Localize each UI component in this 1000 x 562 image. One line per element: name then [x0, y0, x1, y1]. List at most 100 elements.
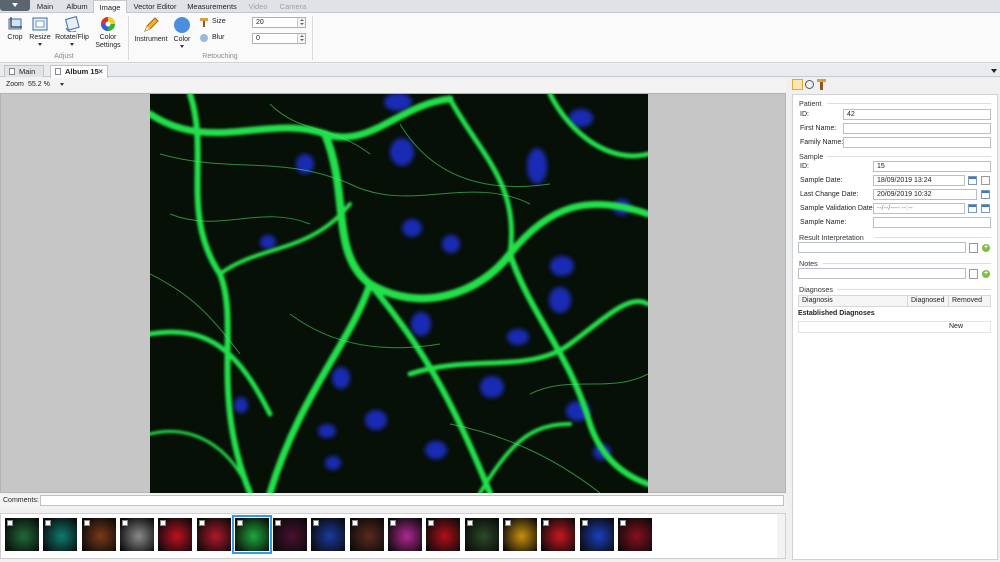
add-icon[interactable]: +: [982, 270, 990, 278]
new-diagnosis-label[interactable]: New: [949, 323, 963, 330]
crop-icon: [8, 17, 22, 30]
thumbnail-checkbox[interactable]: [45, 520, 52, 526]
chevron-down-icon[interactable]: [991, 69, 997, 73]
calendar-icon[interactable]: [981, 190, 990, 199]
thumbnail[interactable]: [617, 518, 652, 551]
family-name-field[interactable]: [843, 137, 991, 148]
thumbnail-checkbox[interactable]: [504, 520, 511, 526]
thumbnail-scrollbar[interactable]: [777, 514, 785, 558]
stepper-arrows-icon[interactable]: [297, 34, 305, 43]
calendar-icon[interactable]: [968, 176, 977, 185]
thumbnail[interactable]: [349, 518, 384, 551]
thumbnail-checkbox[interactable]: [275, 520, 282, 526]
document-icon[interactable]: [969, 243, 978, 253]
thumbnail[interactable]: [158, 518, 193, 551]
notes-field[interactable]: [798, 268, 966, 279]
tab-camera: Camera: [279, 2, 307, 11]
zoom-bar: Zoom 55.2 %: [0, 78, 786, 92]
thumbnail-checkbox[interactable]: [390, 520, 396, 526]
resize-button[interactable]: Resize: [28, 16, 52, 46]
thumbnail-checkbox[interactable]: [236, 520, 243, 526]
calendar-icon[interactable]: [968, 204, 977, 213]
thumbnail-checkbox[interactable]: [543, 520, 550, 526]
zoom-select[interactable]: 55.2 %: [28, 78, 50, 92]
thumbnail[interactable]: [81, 518, 116, 551]
microscopy-image[interactable]: [150, 94, 648, 493]
first-name-field[interactable]: [843, 123, 991, 134]
thumbnail-checkbox[interactable]: [7, 520, 13, 526]
tab-vector-editor[interactable]: Vector Editor: [129, 0, 181, 13]
panel-toolbar: [790, 78, 1000, 92]
sample-id-field[interactable]: 15: [873, 161, 991, 172]
tab-measurements[interactable]: Measurements: [183, 0, 241, 13]
color-settings-label: Color: [99, 34, 117, 41]
thumbnail-checkbox[interactable]: [581, 520, 588, 526]
thumbnail[interactable]: [273, 518, 308, 551]
diagnosis-column-header[interactable]: Diagnosis: [798, 295, 908, 307]
doc-tab-album-15[interactable]: Album 15 ×: [50, 65, 108, 78]
menu-bar: Main Album Image Vector Editor Measureme…: [0, 0, 1000, 14]
size-stepper[interactable]: 20: [252, 17, 306, 28]
clock-icon[interactable]: [981, 176, 990, 185]
rotate-flip-button[interactable]: Rotate/Flip: [54, 16, 90, 46]
resize-icon: [32, 17, 48, 31]
sample-date-field[interactable]: 18/09/2019 13:24: [873, 175, 965, 186]
thumbnail-checkbox[interactable]: [428, 520, 435, 526]
properties-icon[interactable]: [792, 79, 803, 90]
thumbnail[interactable]: [541, 518, 576, 551]
size-label: Size: [212, 18, 226, 25]
validation-date-field[interactable]: --/--/---- --:--: [873, 203, 965, 214]
thumbnail[interactable]: [43, 518, 78, 551]
color-settings-label-2: Settings: [95, 42, 121, 49]
thumbnail-checkbox[interactable]: [83, 520, 90, 526]
thumbnail-checkbox[interactable]: [351, 520, 358, 526]
thumbnail-checkbox[interactable]: [466, 520, 473, 526]
thumbnail[interactable]: [464, 518, 499, 551]
thumbnail-checkbox[interactable]: [121, 520, 128, 526]
tab-image[interactable]: Image: [93, 0, 127, 14]
add-icon[interactable]: +: [982, 244, 990, 252]
stepper-arrows-icon[interactable]: [297, 18, 305, 27]
thumbnail-checkbox[interactable]: [313, 520, 320, 526]
crop-button[interactable]: Crop: [3, 16, 27, 42]
thumbnail-checkbox[interactable]: [198, 520, 205, 526]
thumbnail[interactable]: [5, 518, 39, 551]
patient-id-field[interactable]: 42: [843, 109, 991, 120]
color-label: Color: [173, 36, 191, 43]
removed-column-header[interactable]: Removed: [948, 295, 991, 307]
application-menu-button[interactable]: [0, 0, 30, 11]
thumbnail[interactable]: [388, 518, 422, 551]
panel-body: Patient ID: 42 First Name: Family Name: …: [792, 94, 998, 560]
thumbnail[interactable]: [426, 518, 461, 551]
doc-tab-main[interactable]: Main: [4, 65, 44, 77]
thumbnail-checkbox[interactable]: [619, 520, 626, 526]
no-entry-icon[interactable]: [805, 80, 814, 89]
blur-stepper[interactable]: 0: [252, 33, 306, 44]
close-icon[interactable]: ×: [98, 66, 103, 77]
sample-name-field[interactable]: [873, 217, 991, 228]
new-diagnosis-row[interactable]: New: [798, 321, 991, 333]
thumbnail-checkbox[interactable]: [160, 520, 167, 526]
document-icon[interactable]: [969, 269, 978, 279]
tab-album[interactable]: Album: [61, 0, 93, 13]
thumbnail[interactable]: [231, 515, 272, 554]
diagnosed-column-header[interactable]: Diagnosed: [907, 295, 949, 307]
color-settings-button[interactable]: Color Settings: [91, 16, 125, 50]
thumbnail[interactable]: [579, 518, 614, 551]
calendar-icon[interactable]: [981, 204, 990, 213]
properties-panel: Patient ID: 42 First Name: Family Name: …: [790, 78, 1000, 562]
thumbnail[interactable]: [311, 518, 346, 551]
image-canvas[interactable]: [0, 93, 786, 493]
last-change-field[interactable]: 20/09/2019 10:32: [873, 189, 977, 200]
chevron-down-icon[interactable]: [60, 83, 64, 86]
tab-main[interactable]: Main: [31, 0, 59, 13]
sample-name-label: Sample Name:: [800, 219, 847, 226]
retouch-color-button[interactable]: Color: [171, 16, 193, 48]
result-interpretation-field[interactable]: [798, 242, 966, 253]
thumbnail[interactable]: [196, 518, 231, 551]
thumbnail[interactable]: [502, 518, 537, 551]
instrument-button[interactable]: Instrument: [133, 16, 169, 44]
stamp-icon[interactable]: [817, 79, 826, 90]
thumbnail[interactable]: [119, 518, 154, 551]
comments-input[interactable]: [40, 495, 784, 506]
